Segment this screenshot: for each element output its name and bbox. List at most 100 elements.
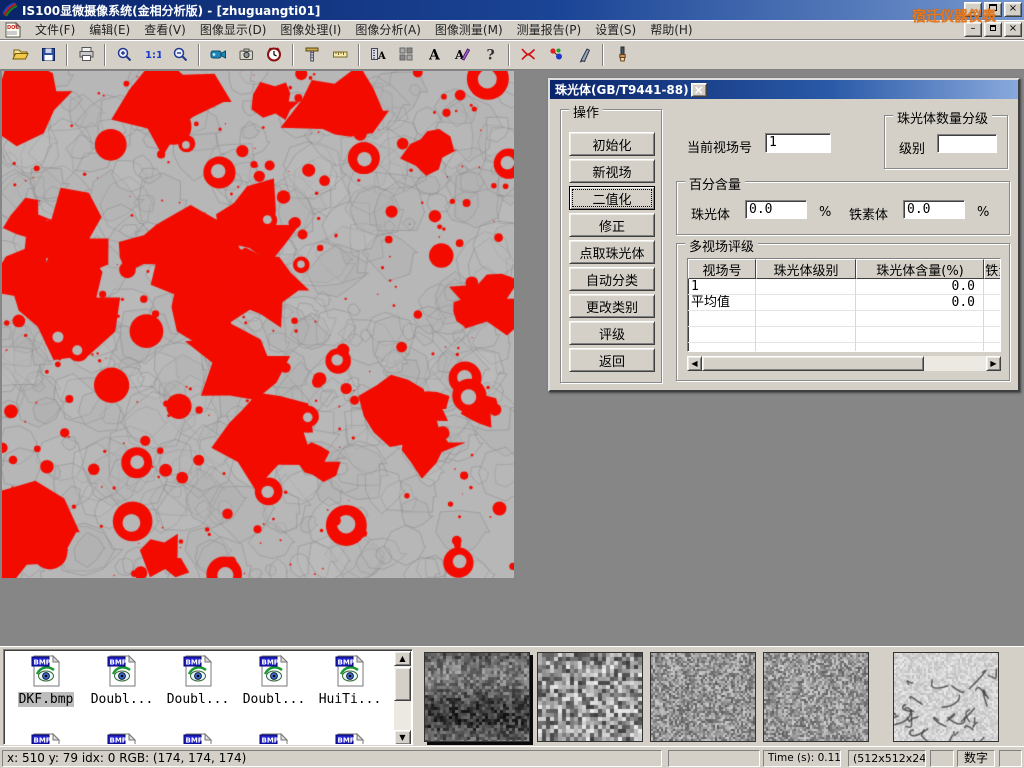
file-list-scrollbar[interactable]: ▲ ▼ <box>394 651 411 745</box>
file-item-row2-1[interactable]: BMP <box>86 732 158 745</box>
file-name: DKF.bmp <box>18 692 75 707</box>
op-button-1[interactable]: 新视场 <box>569 159 655 183</box>
dialog-title-bar: 珠光体(GB/T9441-88) × <box>550 80 1018 99</box>
file-item-3[interactable]: BMPDoubl... <box>238 654 310 707</box>
sample-thumbnail-2[interactable] <box>650 652 756 742</box>
menu-items: 文件(F)编辑(E)查看(V)图像显示(D)图像处理(I)图像分析(A)图像测量… <box>28 21 700 38</box>
scroll-thumb[interactable] <box>394 667 411 701</box>
op-button-7[interactable]: 评级 <box>569 321 655 345</box>
video-camera-button[interactable] <box>205 42 231 68</box>
sample-thumbnail-4[interactable] <box>893 652 999 742</box>
print-button[interactable] <box>73 42 99 68</box>
file-item-0[interactable]: BMPDKF.bmp <box>10 654 82 707</box>
save-button[interactable] <box>35 42 61 68</box>
op-button-5[interactable]: 自动分类 <box>569 267 655 291</box>
menu-item-d[interactable]: 图像显示(D) <box>193 21 274 39</box>
table-empty-row[interactable] <box>688 311 1000 327</box>
table-header-col-2[interactable]: 珠光体含量(%) <box>856 259 984 279</box>
table-cell <box>984 295 1001 311</box>
mode-status: 数字 <box>957 750 995 767</box>
menu-item-e[interactable]: 编辑(E) <box>82 21 137 39</box>
curve-cut-button[interactable] <box>515 42 541 68</box>
sample-thumbnail-3[interactable] <box>763 652 869 742</box>
multi-field-group: 多视场评级 视场号珠光体级别珠光体含量(%)铁素体含量(%)10.0平均值0.0… <box>676 243 1010 381</box>
zoom-out-button[interactable] <box>167 42 193 68</box>
scroll-left-arrow[interactable]: ◀ <box>687 356 702 371</box>
menu-item-s[interactable]: 设置(S) <box>588 21 643 39</box>
measure-text-button[interactable]: A <box>365 42 391 68</box>
scroll-right-arrow[interactable]: ▶ <box>986 356 1001 371</box>
snapshot-camera-button[interactable] <box>233 42 259 68</box>
table-horizontal-scrollbar[interactable]: ◀ ▶ <box>687 356 1001 371</box>
open-folder-button[interactable] <box>7 42 33 68</box>
table-empty-row[interactable] <box>688 327 1000 343</box>
rating-table[interactable]: 视场号珠光体级别珠光体含量(%)铁素体含量(%)10.0平均值0.0 <box>687 258 1001 352</box>
zoom-in-button[interactable] <box>111 42 137 68</box>
ruler-button[interactable] <box>327 42 353 68</box>
menu-item-i[interactable]: 图像处理(I) <box>273 21 348 39</box>
dialog-title: 珠光体(GB/T9441-88) <box>555 81 689 98</box>
image-dimensions-status: (512x512x24) <box>848 750 926 767</box>
child-close-button[interactable]: × <box>1004 22 1022 37</box>
file-item-row2-3[interactable]: BMP <box>238 732 310 745</box>
op-button-2[interactable]: 二值化 <box>569 186 655 210</box>
svg-text:BMP: BMP <box>34 737 51 745</box>
table-header-col-0[interactable]: 视场号 <box>688 259 756 279</box>
timer-clock-button[interactable] <box>261 42 287 68</box>
help-button[interactable]: ? <box>477 42 503 68</box>
window-title: IS100显微摄像系统(金相分析版) - [zhuguangti01] <box>22 2 320 19</box>
text-button[interactable]: A <box>421 42 447 68</box>
table-header-col-1[interactable]: 珠光体级别 <box>756 259 856 279</box>
scroll-thumb[interactable] <box>702 356 924 371</box>
file-item-1[interactable]: BMPDoubl... <box>86 654 158 707</box>
file-name: HuiTi... <box>318 692 383 707</box>
file-item-row2-2[interactable]: BMP <box>162 732 234 745</box>
menu-item-a[interactable]: 图像分析(A) <box>348 21 428 39</box>
menu-item-h[interactable]: 帮助(H) <box>643 21 699 39</box>
op-button-8[interactable]: 返回 <box>569 348 655 372</box>
scroll-down-arrow[interactable]: ▼ <box>394 730 411 745</box>
menu-item-v[interactable]: 查看(V) <box>137 21 193 39</box>
svg-text:BMP: BMP <box>338 659 355 667</box>
toolbar-separator <box>292 44 294 66</box>
menu-item-f[interactable]: 文件(F) <box>28 21 82 39</box>
pearlite-percent-input[interactable]: 0.0 <box>745 200 807 219</box>
pen-button[interactable] <box>571 42 597 68</box>
close-button[interactable]: × <box>1004 2 1022 17</box>
video-camera-icon <box>210 46 227 63</box>
scroll-up-arrow[interactable]: ▲ <box>394 651 411 666</box>
table-cell <box>856 311 984 327</box>
file-item-4[interactable]: BMP HuiTi... <box>314 654 386 707</box>
op-button-6[interactable]: 更改类别 <box>569 294 655 318</box>
bmp-file-icon: BMP <box>333 654 367 688</box>
menu-item-m[interactable]: 图像测量(M) <box>428 21 510 39</box>
file-item-row2-4[interactable]: BMP <box>314 732 386 745</box>
count-marks-button[interactable] <box>543 42 569 68</box>
current-view-input[interactable]: 1 <box>765 133 831 153</box>
file-item-row2-0[interactable]: BMP <box>10 732 82 745</box>
actual-size-button[interactable]: 1:1 <box>139 42 165 68</box>
pattern-grid-button[interactable] <box>393 42 419 68</box>
sample-thumbnail-1[interactable] <box>537 652 643 742</box>
table-empty-row[interactable] <box>688 343 1000 352</box>
metallograph-image[interactable] <box>2 71 514 578</box>
svg-text:BMP: BMP <box>110 737 127 745</box>
table-header-col-3[interactable]: 铁素体含量(%) <box>984 259 1001 279</box>
sample-thumbnail-0[interactable] <box>424 652 530 742</box>
caliper-button[interactable] <box>299 42 325 68</box>
table-row-1[interactable]: 平均值0.0 <box>688 295 1000 311</box>
annotate-button[interactable]: A <box>449 42 475 68</box>
dialog-close-button[interactable]: × <box>691 83 707 97</box>
level-input[interactable] <box>937 134 997 153</box>
pearlite-dialog: 珠光体(GB/T9441-88) × 操作 初始化新视场二值化修正点取珠光体自动… <box>548 78 1020 392</box>
table-row-0[interactable]: 10.0 <box>688 279 1000 295</box>
file-item-2[interactable]: BMPDoubl... <box>162 654 234 707</box>
brush-button[interactable] <box>609 42 635 68</box>
op-button-0[interactable]: 初始化 <box>569 132 655 156</box>
zoom-in-icon <box>116 46 133 63</box>
op-button-3[interactable]: 修正 <box>569 213 655 237</box>
ferrite-percent-input[interactable]: 0.0 <box>903 200 965 219</box>
table-cell: 平均值 <box>688 295 756 311</box>
op-button-4[interactable]: 点取珠光体 <box>569 240 655 264</box>
menu-item-p[interactable]: 测量报告(P) <box>510 21 589 39</box>
